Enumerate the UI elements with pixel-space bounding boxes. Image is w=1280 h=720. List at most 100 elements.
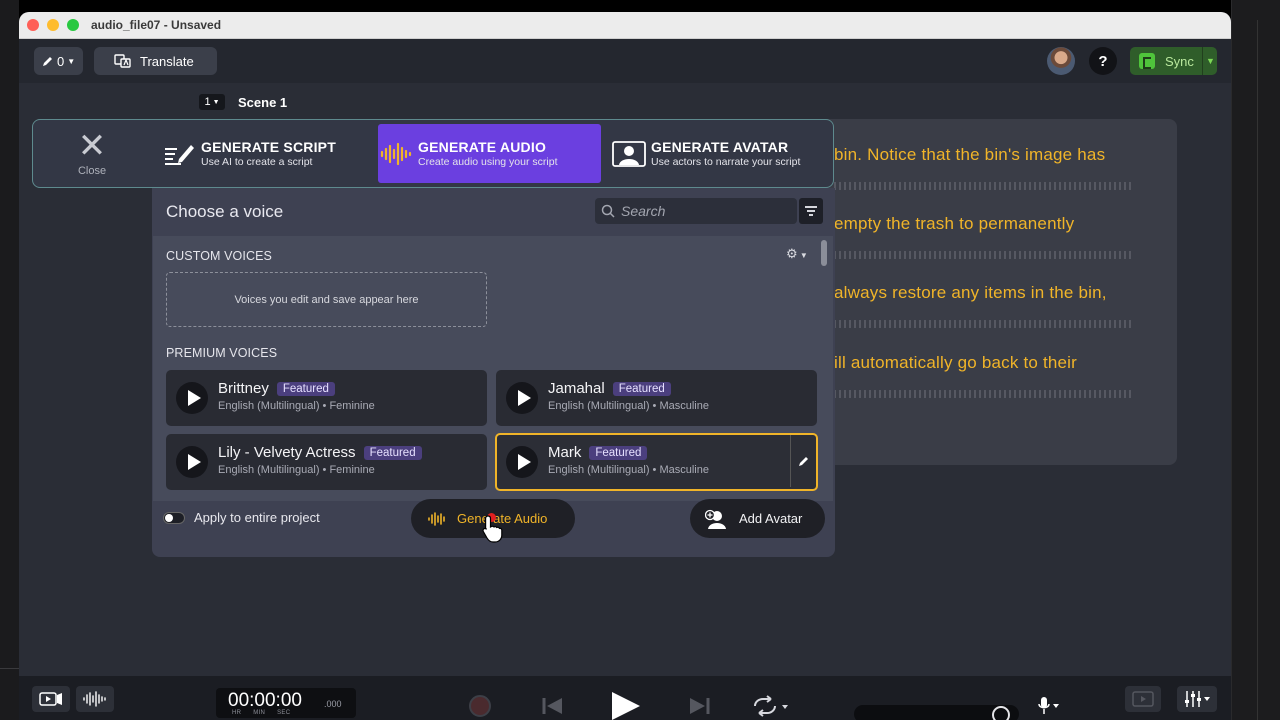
mixer-icon	[1185, 691, 1210, 707]
waveform	[834, 182, 1134, 190]
waveform	[834, 320, 1134, 328]
tab-generate-script[interactable]: GENERATE SCRIPT Use AI to create a scrip…	[161, 124, 371, 183]
translate-button[interactable]: Translate	[94, 47, 217, 75]
voice-name: Lily - Velvety Actress	[218, 444, 356, 461]
sync-button[interactable]: Sync ▼	[1130, 47, 1217, 75]
play-icon[interactable]	[176, 382, 208, 414]
panel-title: Choose a voice	[166, 202, 284, 221]
tab-subtitle: Create audio using your script	[418, 156, 558, 168]
skip-forward-icon[interactable]	[687, 695, 711, 717]
voice-description: English (Multilingual) • Feminine	[218, 400, 375, 412]
tab-generate-avatar[interactable]: GENERATE AVATAR Use actors to narrate yo…	[611, 124, 833, 183]
voice-card-mark[interactable]: Mark Featured English (Multilingual) • Ma…	[495, 433, 818, 491]
voice-card-brittney[interactable]: Brittney Featured English (Multilingual) …	[166, 370, 487, 426]
edit-voice-button[interactable]	[790, 435, 816, 487]
sync-label: Sync	[1165, 53, 1194, 69]
premium-voices-label: PREMIUM VOICES	[166, 346, 278, 360]
timecode-ms: .000	[324, 699, 342, 709]
filter-button[interactable]	[799, 198, 823, 224]
audio-toggle-button[interactable]	[76, 686, 114, 712]
audio-wave-icon	[83, 691, 106, 707]
voice-card-jamahal[interactable]: Jamahal Featured English (Multilingual) •…	[496, 370, 817, 426]
video-toggle-button[interactable]	[32, 686, 70, 712]
scene-number: 1	[204, 96, 211, 108]
scene-number-dropdown[interactable]: 1 ▼	[199, 94, 225, 110]
record-button[interactable]	[469, 695, 491, 717]
volume-knob[interactable]	[992, 706, 1010, 720]
scene-title: Scene 1	[238, 95, 288, 110]
desktop-left-strip	[0, 0, 19, 720]
add-avatar-icon	[705, 509, 726, 529]
window-title: audio_file07 - Unsaved	[91, 18, 222, 32]
video-icon	[39, 692, 62, 706]
featured-badge: Featured	[276, 382, 335, 396]
tab-subtitle: Use AI to create a script	[201, 156, 313, 168]
screen: audio_file07 - Unsaved 0 ▼ Translate ? S…	[0, 0, 1280, 720]
cursor-icon	[482, 515, 503, 543]
script-line[interactable]: bin. Notice that the bin's image has	[834, 145, 1105, 165]
audio-wave-icon	[428, 511, 445, 526]
mixer-button[interactable]	[1177, 686, 1217, 712]
voice-name: Mark	[548, 444, 582, 461]
generate-tab-bar: ✕ Close GENERATE SCRIPT Use AI to create…	[32, 119, 834, 188]
featured-badge: Featured	[363, 446, 422, 460]
help-button[interactable]: ?	[1089, 47, 1117, 75]
close-icon: ✕	[77, 126, 107, 165]
microphone-icon[interactable]	[1037, 696, 1061, 716]
close-button[interactable]: ✕ Close	[33, 120, 151, 187]
audio-wave-icon	[378, 141, 414, 167]
play-icon[interactable]	[506, 382, 538, 414]
translate-icon	[114, 54, 131, 68]
search-icon	[601, 204, 615, 218]
scrollbar-thumb[interactable]	[821, 240, 827, 266]
gear-icon[interactable]: ⚙ ▼	[786, 246, 808, 262]
voice-name: Brittney	[218, 380, 269, 397]
script-line[interactable]: always restore any items in the bin,	[834, 283, 1107, 303]
pencil-icon	[43, 57, 52, 66]
apply-entire-project-toggle[interactable]	[163, 512, 185, 524]
preview-icon	[1132, 691, 1154, 707]
preview-button[interactable]	[1125, 686, 1161, 712]
voice-name: Jamahal	[548, 380, 605, 397]
featured-badge: Featured	[589, 446, 648, 460]
desktop-right-strip	[1231, 0, 1280, 720]
timecode-display: 00:00:00 .000 HR MIN SEC	[216, 688, 356, 718]
add-avatar-label: Add Avatar	[739, 511, 803, 526]
play-icon[interactable]	[608, 691, 642, 720]
search-input[interactable]: Search	[595, 198, 797, 224]
script-line[interactable]: ill automatically go back to their	[834, 353, 1077, 373]
title-bar: audio_file07 - Unsaved	[19, 12, 1231, 39]
voice-card-lily[interactable]: Lily - Velvety Actress Featured English (…	[166, 434, 487, 490]
custom-voices-label: CUSTOM VOICES	[166, 249, 272, 263]
apply-label: Apply to entire project	[194, 510, 320, 525]
loop-icon[interactable]	[751, 695, 791, 717]
add-avatar-button[interactable]: Add Avatar	[690, 499, 825, 538]
translate-label: Translate	[140, 53, 194, 69]
voice-description: English (Multilingual) • Masculine	[548, 464, 709, 476]
voice-description: English (Multilingual) • Feminine	[218, 464, 375, 476]
script-pen-icon	[161, 141, 197, 167]
timecode: 00:00:00	[228, 690, 302, 711]
play-icon[interactable]	[506, 446, 538, 478]
avatar-portrait-icon	[611, 140, 647, 167]
tab-title: GENERATE AVATAR	[651, 139, 789, 155]
edit-icon	[798, 457, 808, 466]
skip-back-icon[interactable]	[541, 695, 565, 717]
tab-generate-audio[interactable]: GENERATE AUDIO Create audio using your s…	[378, 124, 601, 183]
search-placeholder: Search	[621, 203, 666, 219]
play-icon[interactable]	[176, 446, 208, 478]
filter-icon	[805, 206, 817, 208]
user-avatar[interactable]	[1047, 47, 1075, 75]
chevron-down-icon: ▼	[67, 56, 76, 66]
sync-dropdown-icon[interactable]: ▼	[1206, 56, 1215, 66]
window-minimize-button[interactable]	[47, 19, 59, 31]
voice-description: English (Multilingual) • Masculine	[548, 400, 709, 412]
close-label: Close	[77, 164, 107, 177]
waveform	[834, 390, 1134, 398]
window-close-button[interactable]	[27, 19, 39, 31]
edit-count-button[interactable]: 0 ▼	[34, 47, 83, 75]
script-line[interactable]: empty the trash to permanently	[834, 214, 1074, 234]
timecode-units: HR MIN SEC	[232, 710, 291, 716]
chevron-down-icon: ▼	[212, 98, 220, 106]
window-zoom-button[interactable]	[67, 19, 79, 31]
